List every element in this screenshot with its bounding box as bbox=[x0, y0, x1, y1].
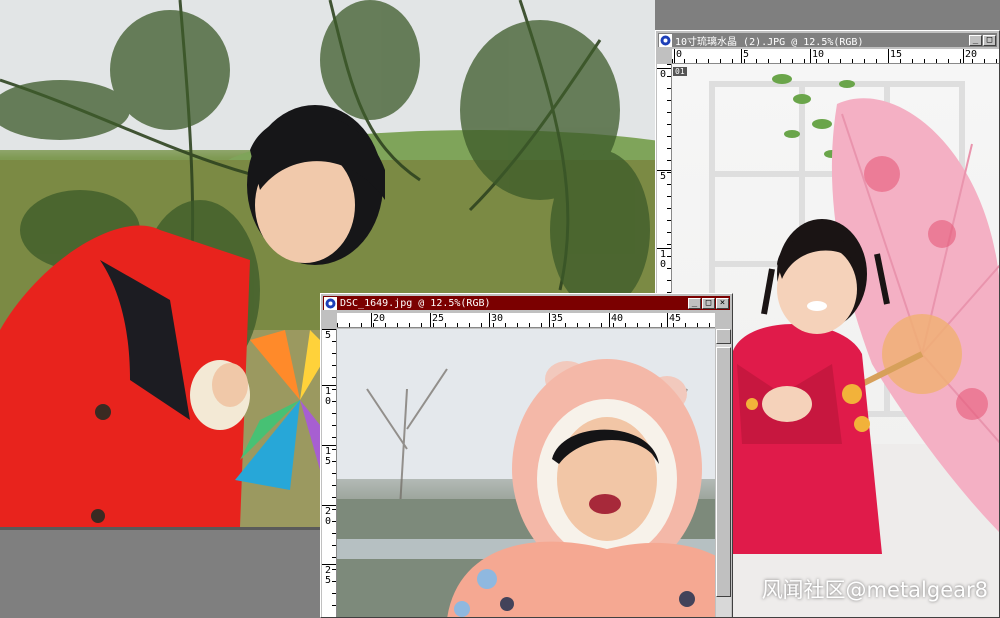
ruler-tick: 0 bbox=[657, 68, 671, 80]
ruler-tick: 20 bbox=[370, 313, 386, 327]
horizontal-ruler[interactable]: 0 5 10 15 20 bbox=[672, 49, 999, 64]
photo-window-edge bbox=[0, 527, 320, 530]
ruler-tick: 0 bbox=[673, 49, 683, 63]
title-bar[interactable]: DSC_1649.jpg @ 12.5%(RGB) _ □ × bbox=[323, 296, 730, 310]
ruler-tick: 40 bbox=[608, 313, 624, 327]
maximize-button[interactable]: □ bbox=[702, 297, 715, 309]
ruler-tick: 1 0 bbox=[657, 248, 671, 270]
ruler-tick: 2 0 bbox=[322, 505, 336, 527]
minimize-button[interactable]: _ bbox=[688, 297, 701, 309]
ruler-tick: 45 bbox=[666, 313, 682, 327]
ruler-tick: 25 bbox=[429, 313, 445, 327]
maximize-button[interactable]: □ bbox=[983, 34, 996, 46]
ruler-tick: 10 bbox=[809, 49, 825, 63]
ruler-tick: 5 bbox=[322, 329, 336, 341]
ruler-tick: 30 bbox=[488, 313, 504, 327]
watermark: 风闻社区@metalgear8 bbox=[761, 578, 988, 602]
photo-child-pink-hood bbox=[337, 329, 715, 617]
window-title: 10寸琉璃水晶 (2).JPG @ 12.5%(RGB) bbox=[675, 36, 864, 48]
window-title: DSC_1649.jpg @ 12.5%(RGB) bbox=[340, 297, 491, 309]
close-button[interactable]: × bbox=[716, 297, 729, 309]
ruler-tick: 35 bbox=[548, 313, 564, 327]
ruler-tick: 5 bbox=[657, 170, 671, 182]
photoshop-eye-icon bbox=[324, 296, 337, 310]
horizontal-ruler[interactable]: 20 25 30 35 40 45 bbox=[337, 313, 715, 328]
document-canvas[interactable] bbox=[337, 329, 715, 617]
vertical-ruler[interactable]: 5 1 0 1 5 2 0 2 5 bbox=[322, 329, 337, 617]
ruler-tick: 1 5 bbox=[322, 445, 336, 467]
ruler-tick: 1 0 bbox=[322, 385, 336, 407]
guide-badge: 01 bbox=[673, 67, 687, 76]
scroll-thumb[interactable] bbox=[716, 347, 731, 597]
ruler-tick: 5 bbox=[740, 49, 750, 63]
ruler-tick: 20 bbox=[962, 49, 978, 63]
scroll-up-arrow-icon[interactable] bbox=[716, 329, 731, 344]
minimize-button[interactable]: _ bbox=[969, 34, 982, 46]
title-bar[interactable]: 10寸琉璃水晶 (2).JPG @ 12.5%(RGB) _ □ bbox=[658, 33, 997, 48]
document-window-front[interactable]: DSC_1649.jpg @ 12.5%(RGB) _ □ × 20 25 30… bbox=[320, 293, 733, 618]
vertical-scrollbar[interactable] bbox=[716, 329, 731, 617]
ruler-tick: 2 5 bbox=[322, 564, 336, 586]
ruler-tick: 15 bbox=[887, 49, 903, 63]
photoshop-eye-icon bbox=[659, 33, 672, 47]
